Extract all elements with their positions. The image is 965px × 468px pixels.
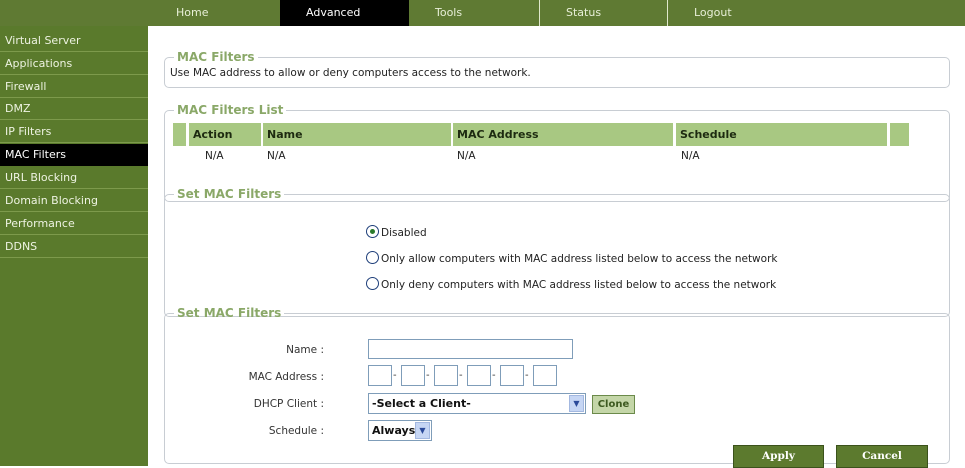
tab-home[interactable]: Home <box>150 0 280 26</box>
mac-octet-4-input[interactable] <box>467 365 491 386</box>
mac-separator: - <box>525 370 529 381</box>
schedule-selected-value: Always <box>372 424 416 437</box>
mac-octet-6-input[interactable] <box>533 365 557 386</box>
sidebar-item-virtual-server[interactable]: Virtual Server <box>0 30 148 52</box>
radio-label: Only allow computers with MAC address li… <box>381 253 778 265</box>
cell-mac-address: N/A <box>457 150 476 162</box>
set-mac-filters-entry-section: Set MAC Filters Name : MAC Address : - -… <box>164 306 950 468</box>
dhcp-client-select[interactable]: -Select a Client- ▼ <box>368 393 586 414</box>
tab-advanced[interactable]: Advanced <box>280 0 409 26</box>
clone-button[interactable]: Clone <box>592 395 635 414</box>
top-navigation-bar: Home Advanced Tools Status Logout <box>0 0 965 26</box>
sidebar-item-firewall[interactable]: Firewall <box>0 76 148 98</box>
mac-separator: - <box>492 370 496 381</box>
mac-octet-2-input[interactable] <box>401 365 425 386</box>
dhcp-client-label: DHCP Client : <box>253 398 324 410</box>
name-label: Name : <box>286 344 324 356</box>
mac-octet-1-input[interactable] <box>368 365 392 386</box>
sidebar-item-domain-blocking[interactable]: Domain Blocking <box>0 190 148 212</box>
tab-status[interactable]: Status <box>539 0 667 26</box>
set-mac-filters-mode-section: Set MAC Filters Disabled Only allow comp… <box>164 187 950 317</box>
mac-filters-section: MAC Filters Use MAC address to allow or … <box>164 50 950 88</box>
cell-schedule: N/A <box>681 150 700 162</box>
table-header-spacer <box>173 123 186 146</box>
sidebar: Virtual Server Applications Firewall DMZ… <box>0 26 148 466</box>
mac-separator: - <box>459 370 463 381</box>
mac-octet-3-input[interactable] <box>434 365 458 386</box>
mac-separator: - <box>393 370 397 381</box>
radio-label: Disabled <box>381 227 427 239</box>
radio-button[interactable] <box>366 251 379 264</box>
table-header-spacer <box>890 123 909 146</box>
mac-octet-5-input[interactable] <box>500 365 524 386</box>
sidebar-item-dmz[interactable]: DMZ <box>0 98 148 120</box>
apply-button[interactable]: Apply <box>733 445 824 468</box>
column-header-schedule: Schedule <box>676 123 887 146</box>
section-title: MAC Filters <box>177 50 255 64</box>
schedule-select[interactable]: Always ▼ <box>368 420 432 441</box>
tab-logout[interactable]: Logout <box>667 0 797 26</box>
radio-option-allow[interactable]: Only allow computers with MAC address li… <box>366 251 777 267</box>
radio-option-deny[interactable]: Only deny computers with MAC address lis… <box>366 277 776 293</box>
chevron-down-icon[interactable]: ▼ <box>415 422 430 439</box>
sidebar-item-ddns[interactable]: DDNS <box>0 236 148 258</box>
mac-address-label: MAC Address : <box>248 371 324 383</box>
column-header-mac-address: MAC Address <box>453 123 673 146</box>
cell-name: N/A <box>267 150 286 162</box>
mac-separator: - <box>426 370 430 381</box>
table-header: Action Name MAC Address Schedule <box>173 123 909 146</box>
section-title: Set MAC Filters <box>177 187 282 201</box>
sidebar-item-url-blocking[interactable]: URL Blocking <box>0 167 148 189</box>
section-title: MAC Filters List <box>177 103 284 117</box>
radio-button[interactable] <box>366 277 379 290</box>
mac-filters-description: Use MAC address to allow or deny compute… <box>170 67 531 79</box>
chevron-down-icon[interactable]: ▼ <box>569 395 584 412</box>
radio-label: Only deny computers with MAC address lis… <box>381 279 777 291</box>
column-header-name: Name <box>263 123 451 146</box>
dhcp-client-selected-value: -Select a Client- <box>372 397 471 410</box>
radio-button[interactable] <box>366 225 379 238</box>
sidebar-item-mac-filters[interactable]: MAC Filters <box>0 144 148 166</box>
name-input[interactable] <box>368 339 573 359</box>
cell-action: N/A <box>205 150 224 162</box>
cancel-button[interactable]: Cancel <box>836 445 928 468</box>
sidebar-item-ip-filters[interactable]: IP Filters <box>0 121 148 143</box>
schedule-label: Schedule : <box>268 425 324 437</box>
sidebar-item-performance[interactable]: Performance <box>0 213 148 235</box>
section-title: Set MAC Filters <box>177 306 282 320</box>
tab-tools[interactable]: Tools <box>409 0 539 26</box>
column-header-action: Action <box>189 123 261 146</box>
radio-option-disabled[interactable]: Disabled <box>366 225 427 241</box>
sidebar-item-applications[interactable]: Applications <box>0 53 148 75</box>
main-content: MAC Filters Use MAC address to allow or … <box>148 26 965 468</box>
